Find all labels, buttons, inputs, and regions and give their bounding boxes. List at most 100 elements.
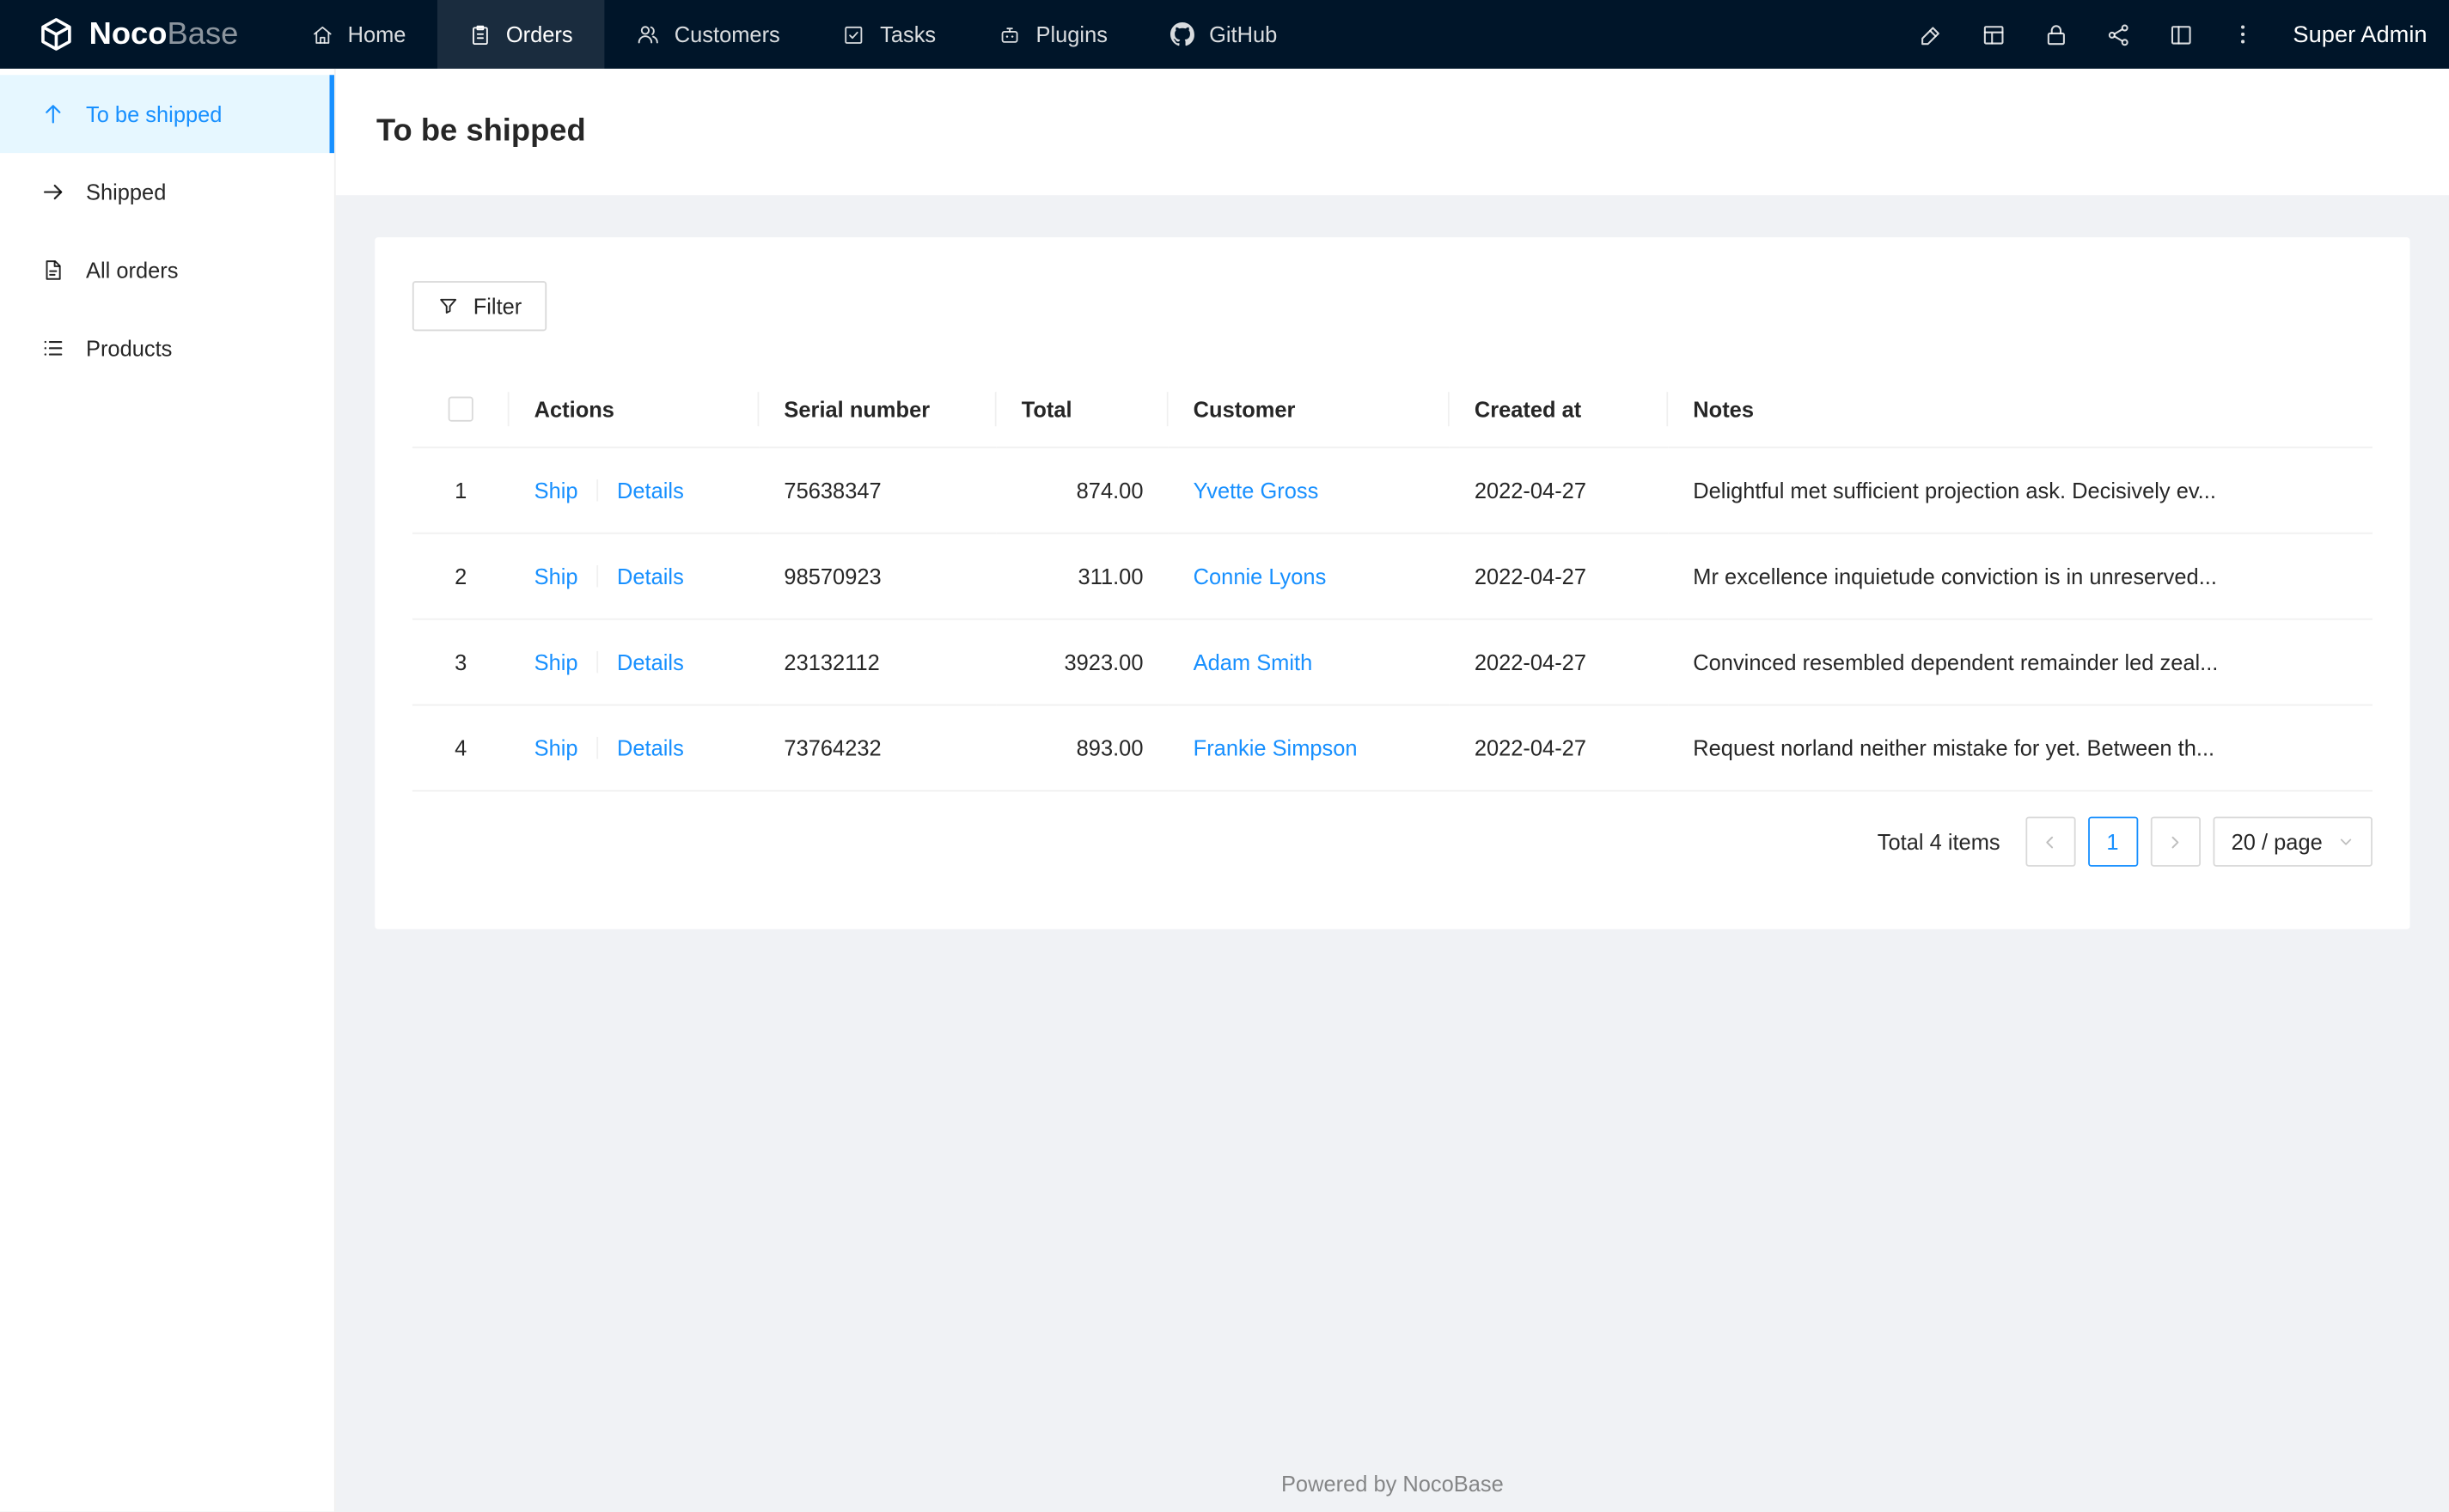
app: NocoBase Home Orders Customers Tasks Plu…: [0, 0, 2449, 1512]
cell-total: 3923.00: [996, 619, 1169, 706]
ui-editor-icon[interactable]: [1899, 0, 1962, 69]
row-index: 4: [412, 704, 510, 792]
ship-link[interactable]: Ship: [534, 564, 578, 588]
table-header-row: Actions Serial number Total Customer Cre…: [412, 371, 2373, 448]
table-row: 3 Ship Details 23132112 3923.00 Adam Smi…: [412, 619, 2373, 706]
sidebar-item-label: Products: [85, 335, 173, 361]
sidebar-item-shipped[interactable]: Shipped: [0, 153, 334, 231]
nocobase-logo-icon: [38, 15, 76, 53]
column-header-actions: Actions: [509, 371, 760, 448]
api-icon[interactable]: [2087, 0, 2150, 69]
ship-link[interactable]: Ship: [534, 735, 578, 760]
customers-icon: [635, 21, 660, 46]
nav-item-label: Customers: [674, 21, 780, 47]
lock-icon[interactable]: [2025, 0, 2087, 69]
page-size-value: 20 / page: [2231, 829, 2323, 855]
cell-notes: Mr excellence inquietude conviction is i…: [1668, 533, 2373, 620]
action-divider: [596, 564, 599, 588]
details-link[interactable]: Details: [617, 564, 684, 588]
orders-card: Filter Actions Serial number Total Custo…: [375, 237, 2410, 930]
cell-total: 874.00: [996, 447, 1169, 534]
tasks-icon: [842, 22, 865, 46]
table-row: 1 Ship Details 75638347 874.00 Yvette Gr…: [412, 447, 2373, 534]
sidebar-item-label: All orders: [85, 257, 179, 283]
details-link[interactable]: Details: [617, 649, 684, 674]
cell-total: 311.00: [996, 533, 1169, 620]
app-logo[interactable]: NocoBase: [0, 0, 279, 69]
table-row: 2 Ship Details 98570923 311.00 Connie Ly…: [412, 533, 2373, 620]
more-icon[interactable]: [2212, 0, 2275, 69]
action-divider: [596, 736, 599, 759]
nav-item-home[interactable]: Home: [279, 0, 437, 69]
customer-link[interactable]: Adam Smith: [1194, 649, 1313, 674]
chevron-right-icon: [2171, 835, 2179, 848]
chevron-down-icon: [2338, 834, 2354, 850]
sidebar-item-to-be-shipped[interactable]: To be shipped: [0, 75, 334, 154]
logo-noco: Noco: [89, 16, 168, 52]
row-index: 3: [412, 619, 510, 706]
select-all-checkbox[interactable]: [448, 396, 473, 422]
orders-icon: [468, 22, 492, 46]
sidebar-item-products[interactable]: Products: [0, 309, 334, 387]
column-header-total: Total: [996, 371, 1169, 448]
collections-icon[interactable]: [1962, 0, 2025, 69]
chevron-left-icon: [2046, 835, 2054, 848]
nav-item-label: Plugins: [1035, 21, 1108, 47]
customer-link[interactable]: Frankie Simpson: [1194, 735, 1358, 760]
plugins-icon: [999, 22, 1022, 46]
page-number-button[interactable]: 1: [2087, 816, 2138, 867]
cell-serial-number: 23132112: [759, 619, 997, 706]
nav-item-github[interactable]: GitHub: [1139, 0, 1308, 69]
top-navbar: NocoBase Home Orders Customers Tasks Plu…: [0, 0, 2449, 69]
ship-link[interactable]: Ship: [534, 649, 578, 674]
next-page-button[interactable]: [2150, 816, 2201, 867]
column-header-notes: Notes: [1668, 371, 2373, 448]
ship-link[interactable]: Ship: [534, 478, 578, 503]
powered-by-text: Powered by NocoBase: [1280, 1471, 1504, 1497]
user-name[interactable]: Super Admin: [2293, 21, 2427, 48]
cell-created-at: 2022-04-27: [1449, 533, 1669, 620]
nav-item-customers[interactable]: Customers: [604, 0, 811, 69]
cell-serial-number: 98570923: [759, 533, 997, 620]
row-index: 2: [412, 533, 510, 620]
layout-icon[interactable]: [2149, 0, 2212, 69]
nav-item-plugins[interactable]: Plugins: [968, 0, 1139, 69]
details-link[interactable]: Details: [617, 478, 684, 503]
cell-created-at: 2022-04-27: [1449, 704, 1669, 792]
details-link[interactable]: Details: [617, 735, 684, 760]
screen: NocoBase Home Orders Customers Tasks Plu…: [0, 0, 2449, 1512]
sidebar-item-all-orders[interactable]: All orders: [0, 231, 334, 309]
nav-item-orders[interactable]: Orders: [437, 0, 604, 69]
main-content: To be shipped Filter Actions Serial numb…: [335, 68, 2449, 1511]
action-divider: [596, 479, 599, 502]
column-header-customer: Customer: [1168, 371, 1450, 448]
row-index: 1: [412, 447, 510, 534]
arrow-up-icon: [40, 101, 65, 126]
column-header-serial-number: Serial number: [759, 371, 997, 448]
action-divider: [596, 650, 599, 674]
logo-base: Base: [167, 16, 239, 52]
cell-total: 893.00: [996, 704, 1169, 792]
main-menu: Home Orders Customers Tasks Plugins GitH…: [279, 0, 1309, 69]
customer-link[interactable]: Yvette Gross: [1194, 478, 1319, 503]
navbar-actions: Super Admin: [1899, 0, 2449, 69]
cell-created-at: 2022-04-27: [1449, 619, 1669, 706]
list-icon: [40, 336, 65, 361]
page-size-select[interactable]: 20 / page: [2212, 816, 2373, 867]
table-row: 4 Ship Details 73764232 893.00 Frankie S…: [412, 704, 2373, 792]
cell-serial-number: 73764232: [759, 704, 997, 792]
customer-link[interactable]: Connie Lyons: [1194, 564, 1327, 588]
filter-label: Filter: [473, 293, 522, 319]
cell-notes: Convinced resembled dependent remainder …: [1668, 619, 2373, 706]
pagination-total: Total 4 items: [1877, 829, 2000, 855]
nav-item-tasks[interactable]: Tasks: [811, 0, 967, 69]
page-header: To be shipped: [335, 68, 2449, 196]
prev-page-button[interactable]: [2025, 816, 2075, 867]
cell-created-at: 2022-04-27: [1449, 447, 1669, 534]
filter-button[interactable]: Filter: [412, 281, 547, 332]
nav-item-label: Tasks: [880, 21, 937, 47]
arrow-right-icon: [40, 180, 65, 204]
sidebar-item-label: Shipped: [85, 180, 167, 205]
column-header-select: [412, 371, 510, 448]
nav-item-label: Orders: [505, 21, 573, 47]
